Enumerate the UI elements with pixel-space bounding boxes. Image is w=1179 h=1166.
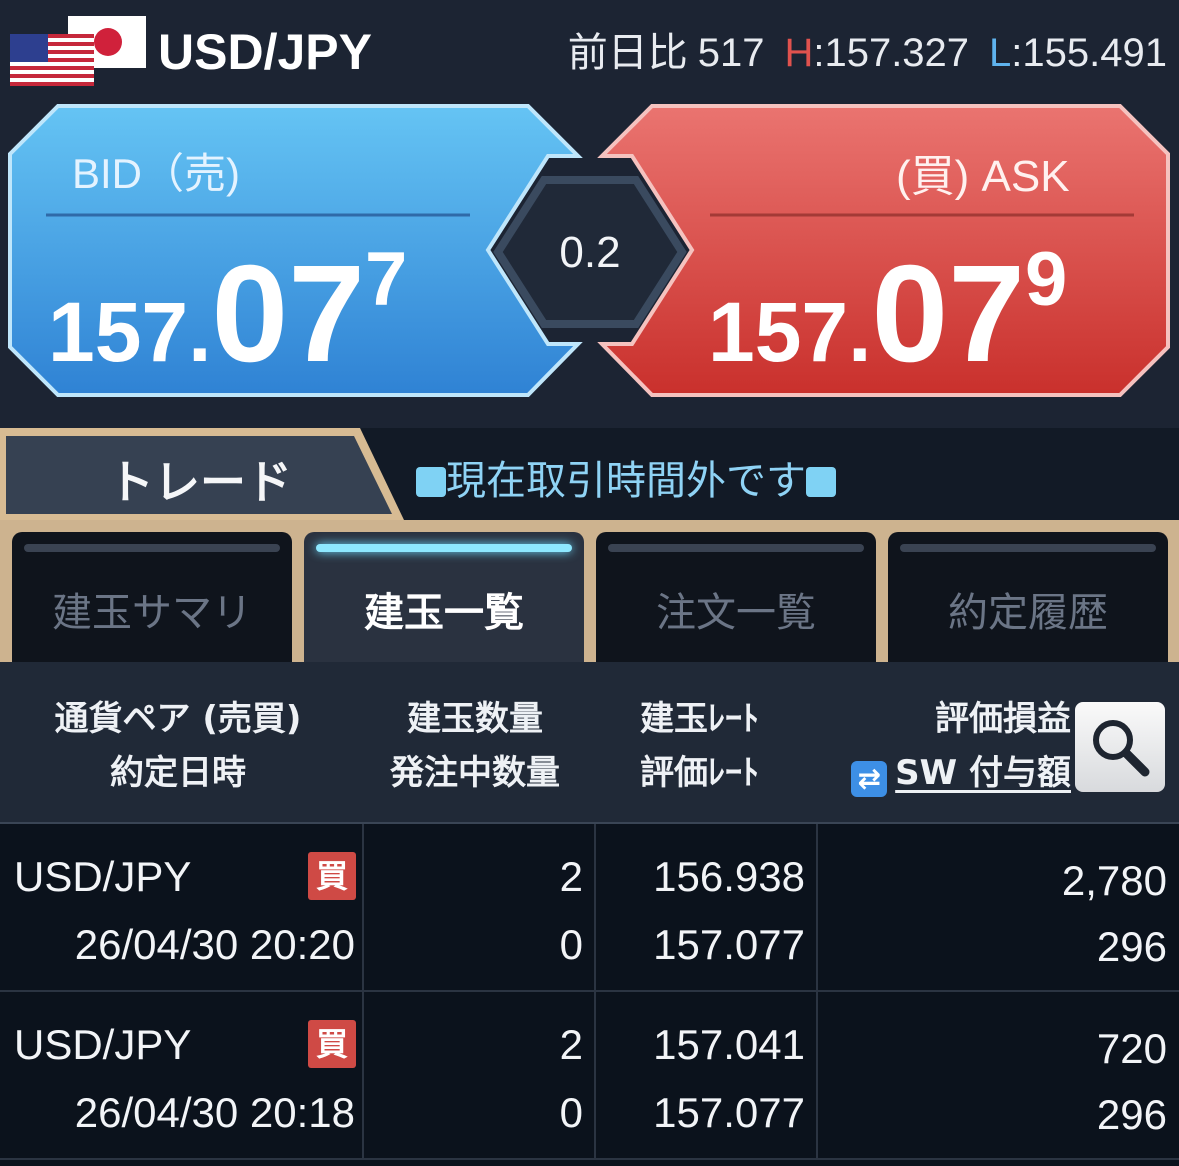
- row-datetime: 26/04/30 20:20: [74, 921, 355, 968]
- column-header-qty-label: 建玉数量: [407, 699, 543, 739]
- swap-toggle[interactable]: ⇄ SW 付与額: [851, 746, 1071, 800]
- swap-arrows-icon: ⇄: [851, 761, 888, 797]
- bid-label: BID（売): [72, 150, 241, 197]
- row-quantity: 2: [559, 1021, 583, 1068]
- trade-band: トレード 現在取引時間外です: [0, 428, 1179, 520]
- header-bar: USD/JPY 前日比 517 H:157.327 L:155.491: [0, 0, 1179, 100]
- price-panels: BID（売) 157.077 0.2 (買) ASK 157.079: [0, 100, 1179, 405]
- tab-execution-history[interactable]: 約定履歴: [888, 532, 1168, 662]
- row-eval-rate: 157.077: [653, 921, 805, 968]
- column-header-datetime-label: 約定日時: [110, 753, 246, 793]
- buy-badge: 買: [308, 852, 356, 900]
- swap-toggle-label: SW 付与額: [895, 753, 1071, 793]
- spread-value: 0.2: [559, 228, 621, 277]
- search-button[interactable]: [1075, 702, 1165, 792]
- column-header-pair-label: 通貨ペア (売買): [54, 699, 302, 739]
- table-header: 通貨ペア (売買) 約定日時 建玉数量 発注中数量 建玉ﾚｰﾄ 評価ﾚｰﾄ 評価…: [0, 662, 1179, 824]
- tab-label: 約定履歴: [948, 590, 1108, 636]
- tab-position-list[interactable]: 建玉一覧: [304, 532, 584, 662]
- column-divider: [362, 824, 364, 990]
- column-header-rate-label: 建玉ﾚｰﾄ: [640, 699, 759, 739]
- ask-price-pips: 07: [871, 237, 1026, 391]
- row-order-quantity: 0: [559, 1089, 583, 1136]
- ask-price-fraction: 9: [1025, 237, 1068, 322]
- row-swap: 296: [1096, 923, 1167, 970]
- tab-order-list[interactable]: 注文一覧: [596, 532, 876, 662]
- tab-indicator: [24, 544, 280, 552]
- row-quantity: 2: [559, 853, 583, 900]
- column-divider: [594, 992, 596, 1158]
- sub-tab-bar: 建玉サマリ 建玉一覧 注文一覧 約定履歴: [0, 520, 1179, 662]
- row-datetime: 26/04/30 20:18: [74, 1089, 355, 1136]
- ask-price-major: 157.: [708, 285, 872, 379]
- square-icon: [806, 467, 836, 497]
- table-row[interactable]: USD/JPY 買 26/04/30 20:20 2 0 156.938 157…: [0, 824, 1179, 992]
- column-header-pair[interactable]: 通貨ペア (売買) 約定日時: [0, 692, 356, 800]
- bid-price-pips: 07: [211, 237, 366, 391]
- bid-price-major: 157.: [48, 285, 212, 379]
- market-status-text: 現在取引時間外です: [446, 458, 806, 504]
- daily-stats: 前日比 517 H:157.327 L:155.491: [568, 28, 1167, 78]
- column-header-rate[interactable]: 建玉ﾚｰﾄ 評価ﾚｰﾄ: [640, 692, 820, 800]
- column-divider: [816, 824, 818, 990]
- high-value: :157.327: [813, 31, 970, 75]
- low-value: :155.491: [1011, 31, 1167, 75]
- row-profit-loss: 2,780: [1061, 857, 1167, 904]
- high-label: H: [784, 31, 814, 75]
- tab-position-summary[interactable]: 建玉サマリ: [12, 532, 292, 662]
- low-label: L: [989, 31, 1012, 75]
- market-status: 現在取引時間外です: [416, 448, 836, 506]
- column-divider: [362, 992, 364, 1158]
- tab-trade[interactable]: トレード: [108, 446, 292, 512]
- ask-price[interactable]: 157.079: [708, 242, 1067, 384]
- row-rate: 157.041: [653, 1021, 805, 1068]
- tab-indicator: [316, 544, 572, 552]
- column-header-quantity[interactable]: 建玉数量 発注中数量: [370, 692, 580, 800]
- tab-label: 建玉サマリ: [52, 590, 252, 636]
- row-swap: 296: [1096, 1091, 1167, 1138]
- change-value: 517: [697, 31, 765, 75]
- square-icon: [416, 467, 446, 497]
- row-pair: USD/JPY: [14, 1021, 192, 1068]
- column-divider: [594, 824, 596, 990]
- buy-badge: 買: [308, 1020, 356, 1068]
- table-row[interactable]: USD/JPY 買 26/04/30 20:18 2 0 157.041 157…: [0, 992, 1179, 1160]
- column-divider: [816, 992, 818, 1158]
- column-header-pl-label: 評価損益: [935, 699, 1071, 739]
- column-header-order-qty-label: 発注中数量: [390, 753, 560, 793]
- column-header-pl[interactable]: 評価損益 ⇄ SW 付与額: [851, 692, 1071, 800]
- column-header-eval-rate-label: 評価ﾚｰﾄ: [640, 753, 759, 793]
- row-eval-rate: 157.077: [653, 1089, 805, 1136]
- currency-pair-title: USD/JPY: [158, 24, 372, 80]
- row-pair: USD/JPY: [14, 853, 192, 900]
- us-japan-flags-icon: [10, 16, 146, 86]
- row-rate: 156.938: [653, 853, 805, 900]
- search-icon: [1093, 720, 1150, 777]
- bid-price-fraction: 7: [365, 237, 408, 322]
- row-profit-loss: 720: [1096, 1025, 1167, 1072]
- change-label: 前日比: [567, 31, 688, 75]
- tab-label: 注文一覧: [656, 590, 816, 636]
- tab-indicator: [608, 544, 864, 552]
- bid-price[interactable]: 157.077: [48, 242, 407, 384]
- row-order-quantity: 0: [559, 921, 583, 968]
- tab-label: 建玉一覧: [364, 590, 524, 636]
- tab-indicator: [900, 544, 1156, 552]
- ask-label: (買) ASK: [896, 152, 1070, 201]
- positions-table: USD/JPY 買 26/04/30 20:20 2 0 156.938 157…: [0, 824, 1179, 1166]
